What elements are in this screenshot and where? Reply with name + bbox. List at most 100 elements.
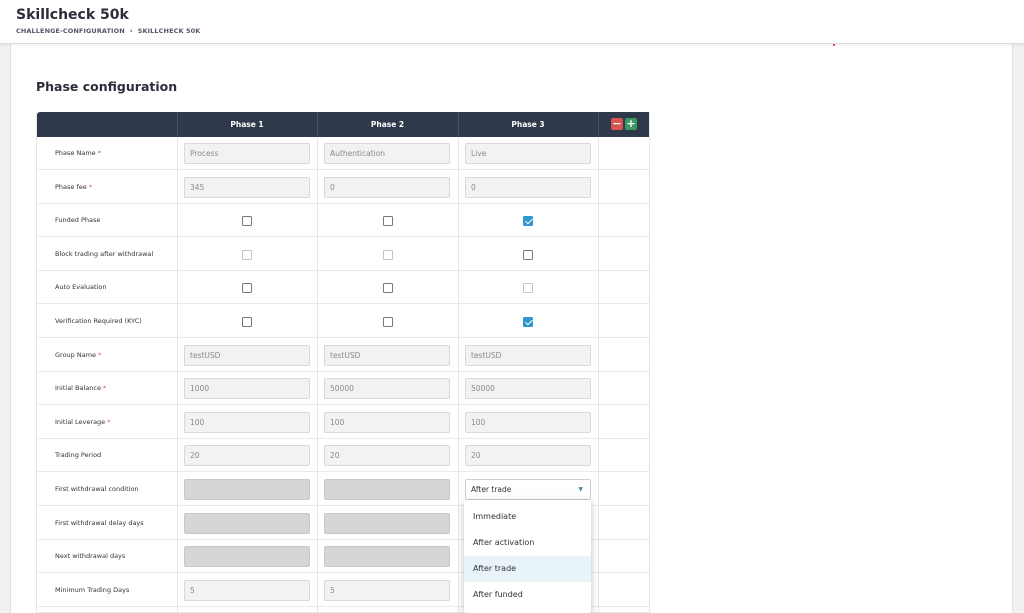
table-row: Phase fee * 345 0 0	[37, 171, 649, 204]
column-header-phase-1: Phase 1	[230, 120, 264, 129]
phase-3-input[interactable]: testUSD	[465, 344, 591, 366]
phase-1-disabled-input	[184, 546, 310, 568]
phase-2-disabled-input	[324, 512, 450, 534]
header-divider	[598, 112, 599, 137]
phase-3-input[interactable]: 50000	[465, 378, 591, 400]
phase-1-input[interactable]: testUSD	[184, 344, 310, 366]
phase-1-input[interactable]: 100	[184, 411, 310, 433]
row-label: Auto Evaluation	[55, 271, 106, 304]
table-row: Trading Period 20 20 20	[37, 439, 649, 473]
phase-1-input[interactable]: Process	[184, 143, 310, 164]
dropdown-option[interactable]: After activation	[464, 530, 591, 556]
phase-2-disabled-input	[324, 546, 450, 568]
phase-3-input[interactable]: Live	[465, 143, 591, 164]
header-divider	[317, 112, 318, 137]
row-label: Trading Period	[55, 439, 101, 472]
breadcrumb-item-skillcheck: SKILLCHECK 50K	[137, 27, 201, 35]
table-row: Auto Evaluation	[37, 271, 649, 305]
row-label-text: Auto Evaluation	[55, 283, 107, 292]
phase-3-checkbox[interactable]	[523, 283, 533, 294]
header-divider	[177, 112, 178, 137]
column-header-phase-2: Phase 2	[370, 120, 405, 129]
row-label: First withdrawal condition	[55, 473, 139, 506]
table-header: Phase 1 Phase 2 Phase 3 − +	[37, 112, 649, 137]
phase-2-input[interactable]: 50000	[324, 378, 450, 400]
phase-3-checkbox[interactable]	[523, 249, 533, 260]
phase-1-input[interactable]: 20	[184, 445, 310, 467]
phase-2-input[interactable]: 5	[324, 579, 450, 601]
table-row: Block trading after withdrawal	[37, 238, 649, 271]
row-label-text: Phase fee	[55, 182, 87, 191]
required-marker: *	[100, 384, 107, 393]
required-marker: *	[86, 182, 93, 191]
phase-1-input[interactable]: 345	[184, 176, 310, 198]
table-row: Funded Phase	[37, 204, 649, 238]
header-divider	[458, 112, 459, 137]
phase-1-input[interactable]: 1000	[184, 378, 310, 400]
phase-2-checkbox[interactable]	[383, 283, 393, 294]
dropdown-option[interactable]: After funded	[464, 582, 591, 608]
row-label: Verification Required (KYC)	[55, 305, 142, 338]
breadcrumb-item-challenge-configuration[interactable]: CHALLENGE-CONFIGURATION	[16, 27, 125, 35]
phase-2-checkbox[interactable]	[383, 216, 393, 227]
phase-1-checkbox[interactable]	[242, 283, 252, 294]
row-label-text: Verification Required (KYC)	[55, 317, 142, 325]
page-title: Skillcheck 50k	[16, 7, 129, 23]
chevron-down-icon: ▼	[578, 486, 583, 493]
table-row: Phase Name * Process Authentication Live	[37, 137, 649, 170]
row-label: Next withdrawal days	[55, 540, 125, 573]
row-label: Minimum Trading Days	[55, 574, 129, 607]
phase-2-input[interactable]: testUSD	[324, 344, 450, 366]
row-label-text: Phase Name	[55, 149, 96, 157]
required-marker: *	[95, 149, 101, 157]
scrollbar[interactable]	[1016, 44, 1024, 613]
dropdown-option[interactable]: Immediate	[464, 504, 591, 530]
phase-1-input[interactable]: 5	[184, 579, 310, 601]
add-phase-button[interactable]: +	[625, 118, 637, 130]
remove-phase-button[interactable]: −	[611, 118, 623, 130]
row-label-text: Group Name	[55, 350, 97, 359]
dropdown-option[interactable]: After trade	[464, 556, 591, 582]
table-row: Initial Leverage * 100 100 100	[37, 406, 649, 439]
row-label: Phase Name *	[55, 137, 101, 170]
phase-2-checkbox[interactable]	[383, 317, 393, 327]
row-label: Initial Leverage *	[55, 406, 111, 439]
table-row: Group Name * testUSD testUSD testUSD	[37, 339, 649, 372]
row-label-text: Minimum Trading Days	[55, 585, 130, 594]
phase-2-checkbox[interactable]	[383, 249, 393, 260]
phase-1-checkbox[interactable]	[242, 216, 252, 227]
table-row: Verification Required (KYC)	[37, 305, 649, 338]
page-header: Skillcheck 50k CHALLENGE-CONFIGURATION › S…	[0, 0, 1024, 46]
column-header-phase-3: Phase 3	[511, 120, 545, 129]
phase-3-input[interactable]: 100	[465, 411, 591, 433]
row-label: Funded Phase	[55, 204, 100, 237]
row-label-text: First withdrawal delay days	[55, 518, 144, 527]
phase-2-input[interactable]: Authentication	[324, 143, 450, 164]
required-marker: *	[105, 417, 111, 426]
phase-3-input[interactable]: 0	[465, 176, 591, 198]
phase-2-input[interactable]: 20	[324, 445, 450, 467]
section-title: Phase configuration	[36, 79, 178, 94]
row-label: Block trading after withdrawal	[55, 238, 153, 271]
row-label-text: Funded Phase	[55, 216, 101, 225]
phase-2-input[interactable]: 100	[324, 411, 450, 433]
phase-3-checkbox[interactable]	[523, 216, 533, 227]
row-label: First withdrawal delay days	[55, 507, 144, 540]
row-label: Initial Balance *	[55, 372, 106, 405]
phase-2-disabled-input	[324, 479, 450, 500]
phase-2-input[interactable]: 0	[324, 176, 450, 198]
row-label: Phase fee *	[55, 171, 92, 204]
required-marker: *	[96, 350, 102, 359]
row-label: Group Name *	[55, 339, 101, 372]
row-label-text: Initial Leverage	[55, 417, 106, 426]
phase-3-select[interactable]: After trade ▼	[465, 479, 591, 500]
row-label-text: Next withdrawal days	[55, 552, 126, 561]
row-label-text: Block trading after withdrawal	[55, 249, 154, 258]
phase-3-input[interactable]: 20	[465, 445, 591, 467]
phase-1-checkbox[interactable]	[242, 317, 252, 327]
phase-1-checkbox[interactable]	[242, 249, 252, 260]
phase-3-checkbox[interactable]	[523, 317, 533, 327]
breadcrumb: CHALLENGE-CONFIGURATION › SKILLCHECK 50K	[16, 27, 200, 35]
table-row: Initial Balance * 1000 50000 50000	[37, 372, 649, 406]
row-label-text: First withdrawal condition	[55, 485, 139, 493]
